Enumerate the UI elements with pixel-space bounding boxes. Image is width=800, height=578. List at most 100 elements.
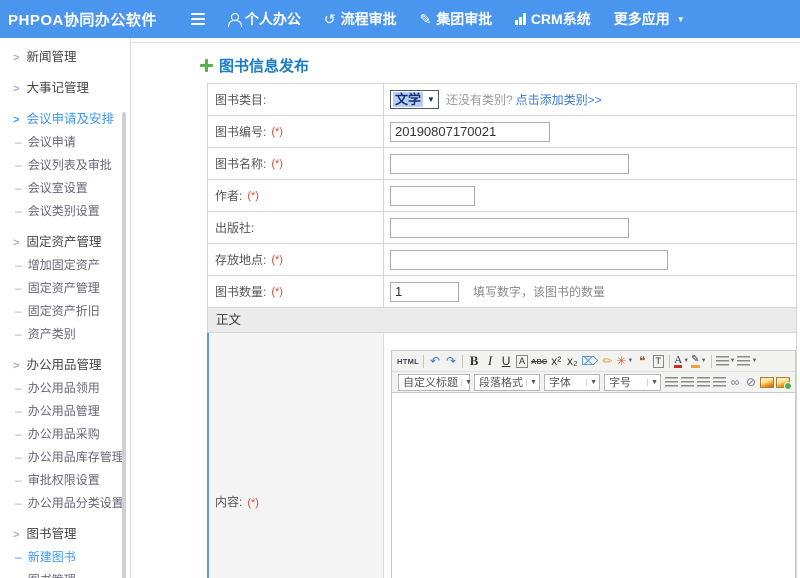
insert-media-button[interactable] (776, 374, 790, 391)
nav-item-more-apps[interactable]: 更多应用▼ (614, 9, 685, 29)
remove-link-button[interactable]: ⊘ (744, 374, 758, 391)
hamburger-menu-icon[interactable] (191, 13, 205, 25)
form-value-cell: 文学▼还没有类别?点击添加类别>> (384, 90, 796, 109)
align-left-button[interactable] (664, 374, 678, 391)
book-code-input[interactable] (390, 122, 550, 142)
sidebar-sub-item[interactable]: –新建图书 (0, 546, 130, 569)
sidebar-group-item[interactable]: > 固定资产管理 (0, 231, 130, 254)
paragraph-format-select[interactable]: 段落格式▼ (474, 374, 540, 391)
caret-down-icon: ▼ (730, 358, 736, 364)
align-center-button[interactable] (680, 374, 694, 391)
unordered-list-button[interactable]: ▼ (737, 353, 757, 370)
book-category-select[interactable]: 文学▼ (390, 90, 439, 109)
form-label-cell: 作者:(*) (208, 180, 384, 211)
sidebar-sub-item[interactable]: –办公用品领用 (0, 377, 130, 400)
sidebar-sub-item[interactable]: –增加固定资产 (0, 254, 130, 277)
chevron-right-icon: > (13, 237, 19, 249)
insert-image-button[interactable] (760, 374, 774, 391)
form-row-book-code: 图书编号:(*) (208, 116, 796, 148)
book-name-input[interactable] (390, 154, 629, 174)
nav-item-personal-office[interactable]: 个人办公 (228, 9, 301, 29)
align-right-button[interactable] (696, 374, 710, 391)
sidebar-sub-item[interactable]: –资产类别 (0, 323, 130, 346)
font-size-select[interactable]: 字号▼ (604, 374, 661, 391)
sidebar-sub-item[interactable]: –办公用品库存管理 (0, 446, 130, 469)
nav-item-workflow-approval[interactable]: ↺流程审批 (324, 9, 397, 29)
undo-icon: ↶ (430, 354, 440, 368)
sidebar-sub-label: 办公用品采购 (28, 427, 100, 441)
strikethrough-button[interactable]: ABC (531, 353, 547, 370)
sidebar-group-item[interactable]: >会议申请及安排 (0, 108, 130, 131)
form-row-book-name: 图书名称:(*) (208, 148, 796, 180)
caret-down-icon: ▼ (526, 379, 537, 386)
sidebar-sub-item[interactable]: –会议列表及审批 (0, 154, 130, 177)
sidebar-group-item[interactable]: >办公用品管理 (0, 354, 130, 377)
person-icon (228, 13, 240, 26)
insert-link-button[interactable]: ∞ (728, 374, 742, 391)
ordered-list-button[interactable]: ▼ (716, 353, 736, 370)
book-code-label: 图书编号: (215, 123, 266, 140)
nav-item-label: 流程审批 (341, 9, 397, 29)
chevron-right-icon: > (13, 529, 19, 541)
editor-body[interactable] (392, 393, 795, 578)
sidebar-sub-item[interactable]: –办公用品采购 (0, 423, 130, 446)
blockquote-button[interactable]: ❝ (635, 353, 649, 370)
paste-text-icon: T (653, 355, 665, 368)
sidebar-sub-item[interactable]: –审批权限设置 (0, 469, 130, 492)
sidebar-group-item[interactable]: >大事记管理 (0, 77, 130, 100)
form-label-cell: 存放地点:(*) (208, 244, 384, 275)
undo-button[interactable]: ↶ (428, 353, 442, 370)
sidebar-group-item[interactable]: >图书管理 (0, 523, 130, 546)
sidebar-sub-item[interactable]: –办公用品管理 (0, 400, 130, 423)
author-input[interactable] (390, 186, 475, 206)
format-brush-icon: ✏ (602, 354, 612, 368)
insert-link-icon: ∞ (731, 375, 740, 389)
insert-image-icon (760, 377, 774, 388)
nav-item-group-approval[interactable]: ✎集团审批 (420, 9, 493, 29)
align-center-icon (681, 377, 694, 388)
sidebar-sub-item[interactable]: –会议申请 (0, 131, 130, 154)
custom-title-select[interactable]: 自定义标题▼ (398, 374, 470, 391)
book-quantity-input[interactable] (390, 282, 459, 302)
font-style-box-button[interactable]: A (515, 353, 529, 370)
italic-button[interactable]: I (483, 353, 497, 370)
storage-location-input[interactable] (390, 250, 668, 270)
content-label: 内容: (215, 495, 242, 509)
sidebar-sub-item[interactable]: –会议类别设置 (0, 200, 130, 223)
rich-text-editor: HTML↶↷BIUAABCx²x₂⌦✏✳▼❝TA▼✎▼▼▼ 自定义标题▼段落格式… (391, 350, 796, 578)
sidebar-scrollbar[interactable] (122, 112, 126, 578)
sidebar-sub-label: 图书管理 (28, 573, 76, 578)
align-justify-button[interactable] (712, 374, 726, 391)
sidebar-sub-item[interactable]: –办公用品分类设置 (0, 492, 130, 515)
ordered-list-icon (716, 356, 729, 367)
page: PHPOA协同办公软件 个人办公↺流程审批✎集团审批CRM系统更多应用▼ >新闻… (0, 0, 800, 578)
subscript-button[interactable]: x₂ (565, 353, 579, 370)
underline-button[interactable]: U (499, 353, 513, 370)
sidebar-sub-item[interactable]: –固定资产管理 (0, 277, 130, 300)
font-family-select[interactable]: 字体▼ (544, 374, 600, 391)
add-category-link[interactable]: 点击添加类别>> (516, 91, 602, 108)
redo-button[interactable]: ↷ (444, 353, 458, 370)
nav-item-crm-system[interactable]: CRM系统 (515, 9, 590, 29)
sidebar-sub-item[interactable]: –会议室设置 (0, 177, 130, 200)
remove-format-button[interactable]: ⌦ (581, 353, 598, 370)
format-brush-button[interactable]: ✏ (600, 353, 614, 370)
quick-style-button[interactable]: ✳▼ (616, 353, 633, 370)
publisher-input[interactable] (390, 218, 629, 238)
nav-item-label: 个人办公 (245, 9, 301, 29)
highlight-color-button[interactable]: ✎▼ (691, 353, 706, 370)
sidebar-group-label: 固定资产管理 (26, 235, 101, 249)
source-code-button[interactable]: HTML (397, 353, 419, 370)
superscript-button[interactable]: x² (549, 353, 563, 370)
caret-down-icon: ▼ (701, 358, 707, 364)
font-color-button[interactable]: A▼ (674, 353, 689, 370)
highlight-color-icon: ✎ (691, 355, 699, 368)
sidebar-group-item[interactable]: >新闻管理 (0, 46, 130, 69)
form-row-book-category: 图书类目:文学▼还没有类别?点击添加类别>> (208, 84, 796, 116)
bold-button[interactable]: B (467, 353, 481, 370)
content-area: 图书信息发布 图书类目:文学▼还没有类别?点击添加类别>>图书编号:(*)图书名… (131, 38, 800, 578)
required-mark: (*) (247, 190, 259, 202)
paste-text-button[interactable]: T (651, 353, 665, 370)
sidebar-sub-item[interactable]: –固定资产折旧 (0, 300, 130, 323)
sidebar-sub-item[interactable]: –图书管理 (0, 569, 130, 578)
